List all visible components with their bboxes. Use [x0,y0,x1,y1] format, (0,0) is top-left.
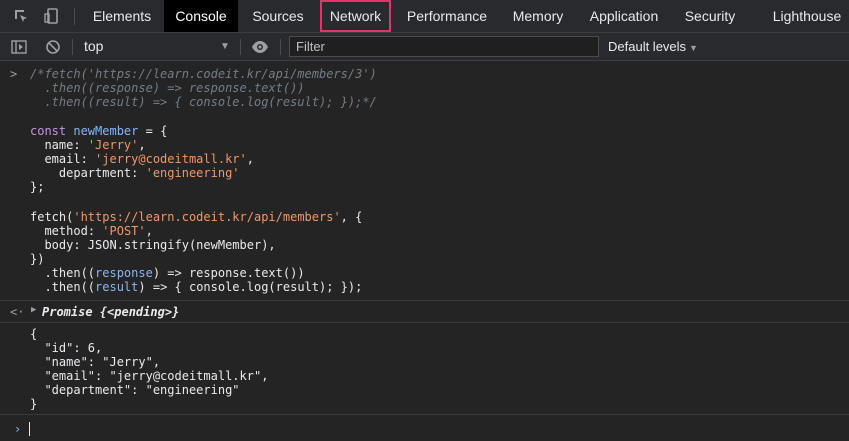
promise-value[interactable]: Promise {<pending>} [42,305,179,319]
tab-performance[interactable]: Performance [397,0,497,32]
code-string: 'jerry@codeitmall.kr' [95,152,247,166]
code-property: department [58,166,132,180]
sidebar-toggle-icon[interactable] [10,38,28,56]
code-line: .then((result) => { console.log(result);… [30,280,363,294]
code-identifier: response [95,266,153,280]
console-result-entry: <· ▶ Promise {<pending>} [0,301,849,323]
toolbar-divider [240,39,241,55]
code-property: body [44,238,74,252]
code-comment-line: .then((result) => { console.log(result);… [30,95,377,109]
code-line: }) [30,252,45,266]
eye-icon[interactable] [251,38,269,56]
filter-input[interactable] [289,36,599,57]
code-string: 'engineering' [145,166,240,180]
code-comment-line: /*fetch('https://learn.codeit.kr/api/mem… [30,67,377,81]
console-toolbar: top ▼ Default levels▼ [0,33,849,61]
console-output: > /*fetch('https://learn.codeit.kr/api/m… [0,61,849,441]
code-line: body: JSON.stringify(newMember), [44,238,276,252]
clear-console-icon[interactable] [44,38,62,56]
log-levels-dropdown[interactable]: Default levels ▼ [608,33,698,60]
tab-security[interactable]: Security [676,0,744,32]
input-chevron-icon: > [10,67,18,81]
code-property: email [44,152,81,166]
code-line: name: 'Jerry', [44,138,146,152]
code-string: 'https://learn.codeit.kr/api/members' [73,210,341,224]
devtools-tab-bar: Elements Console Sources Network Perform… [0,0,849,33]
chevron-down-icon: ▼ [689,43,698,53]
log-line: } [30,397,38,411]
code-keyword: const [30,124,67,138]
tab-network[interactable]: Network [320,0,391,32]
tab-memory[interactable]: Memory [503,0,573,32]
code-identifier: result [95,280,139,294]
code-line: }; [30,180,45,194]
code-line: method: 'POST', [44,224,153,238]
log-line: "department": "engineering" [30,383,240,397]
context-selector[interactable]: top [84,33,103,60]
code-string: 'POST' [102,224,146,238]
prompt-chevron-icon: › [14,422,22,436]
inspect-element-icon[interactable] [12,7,30,25]
console-log-entry: { "id": 6, "name": "Jerry", "email": "je… [0,323,849,415]
toolbar-divider [72,39,73,55]
tab-sources[interactable]: Sources [242,0,314,32]
code-line: department: 'engineering' [58,166,240,180]
console-prompt[interactable]: › [0,415,849,441]
chevron-down-icon[interactable]: ▼ [220,33,230,60]
toolbar-divider [74,8,75,25]
code-string: 'Jerry' [87,138,139,152]
code-comment-line: .then((response) => response.text()) [30,81,305,95]
toolbar-divider [280,39,281,55]
code-line: email: 'jerry@codeitmall.kr', [44,152,254,166]
code-line: fetch('https://learn.codeit.kr/api/membe… [30,210,363,224]
device-toolbar-icon[interactable] [43,7,61,25]
log-line: "name": "Jerry", [30,355,161,369]
tab-elements[interactable]: Elements [84,0,160,32]
log-line: { [30,327,38,341]
log-line: "email": "jerry@codeitmall.kr", [30,369,269,383]
console-input-entry: > /*fetch('https://learn.codeit.kr/api/m… [0,61,849,301]
tab-lighthouse[interactable]: Lighthouse [765,0,849,32]
expand-triangle-icon[interactable]: ▶ [31,305,36,315]
log-line: "id": 6, [30,341,103,355]
code-property: method [44,224,88,238]
code-identifier: newMember [73,124,139,138]
log-levels-label: Default levels [608,39,687,54]
result-arrow-icon: <· [10,305,25,319]
code-line: .then((response) => response.text()) [30,266,305,280]
tab-application[interactable]: Application [581,0,667,32]
code-property: name [44,138,74,152]
tab-console[interactable]: Console [164,0,238,32]
text-cursor [29,422,30,436]
code-line: const newMember = { [30,124,168,138]
